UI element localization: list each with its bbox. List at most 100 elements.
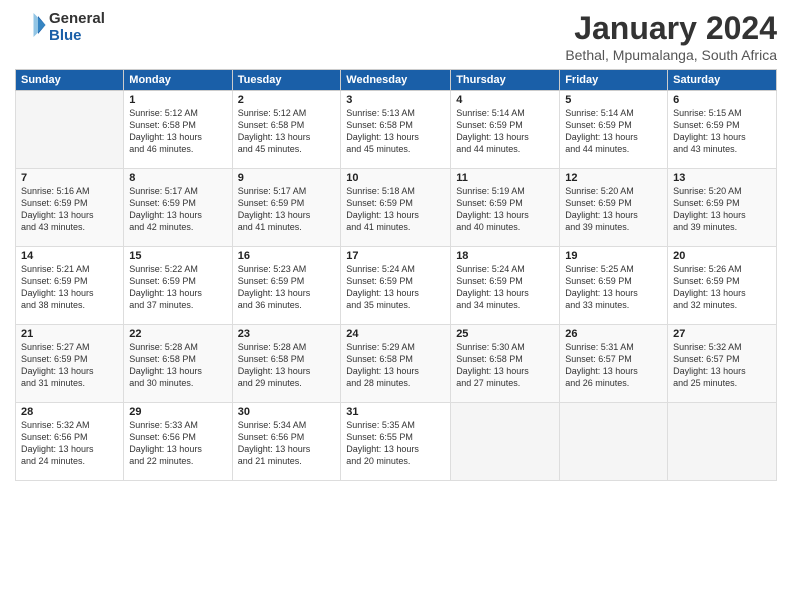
day-cell: 28Sunrise: 5:32 AM Sunset: 6:56 PM Dayli…	[16, 403, 124, 481]
day-info: Sunrise: 5:18 AM Sunset: 6:59 PM Dayligh…	[346, 185, 445, 234]
day-number: 11	[456, 172, 554, 184]
day-info: Sunrise: 5:13 AM Sunset: 6:58 PM Dayligh…	[346, 107, 445, 156]
week-row-3: 21Sunrise: 5:27 AM Sunset: 6:59 PM Dayli…	[16, 325, 777, 403]
day-number: 14	[21, 250, 118, 262]
day-number: 9	[238, 172, 336, 184]
header-tuesday: Tuesday	[232, 70, 341, 91]
day-cell: 7Sunrise: 5:16 AM Sunset: 6:59 PM Daylig…	[16, 169, 124, 247]
day-number: 30	[238, 406, 336, 418]
day-info: Sunrise: 5:26 AM Sunset: 6:59 PM Dayligh…	[673, 263, 771, 312]
day-number: 26	[565, 328, 662, 340]
day-number: 3	[346, 94, 445, 106]
header-friday: Friday	[560, 70, 668, 91]
day-info: Sunrise: 5:33 AM Sunset: 6:56 PM Dayligh…	[129, 419, 226, 468]
day-info: Sunrise: 5:31 AM Sunset: 6:57 PM Dayligh…	[565, 341, 662, 390]
day-cell: 27Sunrise: 5:32 AM Sunset: 6:57 PM Dayli…	[668, 325, 777, 403]
day-info: Sunrise: 5:32 AM Sunset: 6:57 PM Dayligh…	[673, 341, 771, 390]
week-row-2: 14Sunrise: 5:21 AM Sunset: 6:59 PM Dayli…	[16, 247, 777, 325]
day-cell: 22Sunrise: 5:28 AM Sunset: 6:58 PM Dayli…	[124, 325, 232, 403]
day-number: 12	[565, 172, 662, 184]
day-cell: 30Sunrise: 5:34 AM Sunset: 6:56 PM Dayli…	[232, 403, 341, 481]
page: General Blue January 2024 Bethal, Mpumal…	[0, 0, 792, 612]
header-sunday: Sunday	[16, 70, 124, 91]
day-info: Sunrise: 5:16 AM Sunset: 6:59 PM Dayligh…	[21, 185, 118, 234]
day-cell: 12Sunrise: 5:20 AM Sunset: 6:59 PM Dayli…	[560, 169, 668, 247]
day-cell: 29Sunrise: 5:33 AM Sunset: 6:56 PM Dayli…	[124, 403, 232, 481]
day-info: Sunrise: 5:30 AM Sunset: 6:58 PM Dayligh…	[456, 341, 554, 390]
day-number: 25	[456, 328, 554, 340]
day-number: 13	[673, 172, 771, 184]
day-cell: 26Sunrise: 5:31 AM Sunset: 6:57 PM Dayli…	[560, 325, 668, 403]
day-number: 19	[565, 250, 662, 262]
day-cell: 15Sunrise: 5:22 AM Sunset: 6:59 PM Dayli…	[124, 247, 232, 325]
logo-text-line2: Blue	[49, 28, 105, 45]
day-cell	[16, 91, 124, 169]
day-cell: 14Sunrise: 5:21 AM Sunset: 6:59 PM Dayli…	[16, 247, 124, 325]
day-info: Sunrise: 5:27 AM Sunset: 6:59 PM Dayligh…	[21, 341, 118, 390]
day-cell: 24Sunrise: 5:29 AM Sunset: 6:58 PM Dayli…	[341, 325, 451, 403]
day-info: Sunrise: 5:20 AM Sunset: 6:59 PM Dayligh…	[565, 185, 662, 234]
day-info: Sunrise: 5:20 AM Sunset: 6:59 PM Dayligh…	[673, 185, 771, 234]
day-info: Sunrise: 5:29 AM Sunset: 6:58 PM Dayligh…	[346, 341, 445, 390]
day-cell: 13Sunrise: 5:20 AM Sunset: 6:59 PM Dayli…	[668, 169, 777, 247]
calendar-title: January 2024	[565, 10, 777, 47]
day-cell	[668, 403, 777, 481]
calendar-table: SundayMondayTuesdayWednesdayThursdayFrid…	[15, 69, 777, 481]
day-info: Sunrise: 5:32 AM Sunset: 6:56 PM Dayligh…	[21, 419, 118, 468]
day-cell: 19Sunrise: 5:25 AM Sunset: 6:59 PM Dayli…	[560, 247, 668, 325]
day-number: 21	[21, 328, 118, 340]
day-number: 18	[456, 250, 554, 262]
day-number: 6	[673, 94, 771, 106]
day-cell: 8Sunrise: 5:17 AM Sunset: 6:59 PM Daylig…	[124, 169, 232, 247]
title-block: January 2024 Bethal, Mpumalanga, South A…	[565, 10, 777, 63]
day-cell: 9Sunrise: 5:17 AM Sunset: 6:59 PM Daylig…	[232, 169, 341, 247]
day-info: Sunrise: 5:17 AM Sunset: 6:59 PM Dayligh…	[129, 185, 226, 234]
day-number: 16	[238, 250, 336, 262]
day-number: 28	[21, 406, 118, 418]
day-info: Sunrise: 5:17 AM Sunset: 6:59 PM Dayligh…	[238, 185, 336, 234]
day-number: 15	[129, 250, 226, 262]
day-info: Sunrise: 5:21 AM Sunset: 6:59 PM Dayligh…	[21, 263, 118, 312]
day-number: 4	[456, 94, 554, 106]
day-cell: 17Sunrise: 5:24 AM Sunset: 6:59 PM Dayli…	[341, 247, 451, 325]
week-row-0: 1Sunrise: 5:12 AM Sunset: 6:58 PM Daylig…	[16, 91, 777, 169]
day-number: 23	[238, 328, 336, 340]
logo: General Blue	[15, 10, 105, 45]
calendar-subtitle: Bethal, Mpumalanga, South Africa	[565, 47, 777, 63]
day-info: Sunrise: 5:14 AM Sunset: 6:59 PM Dayligh…	[456, 107, 554, 156]
day-cell: 18Sunrise: 5:24 AM Sunset: 6:59 PM Dayli…	[451, 247, 560, 325]
day-number: 31	[346, 406, 445, 418]
header-wednesday: Wednesday	[341, 70, 451, 91]
day-info: Sunrise: 5:12 AM Sunset: 6:58 PM Dayligh…	[129, 107, 226, 156]
day-number: 10	[346, 172, 445, 184]
day-number: 1	[129, 94, 226, 106]
logo-icon	[17, 10, 47, 40]
day-cell: 1Sunrise: 5:12 AM Sunset: 6:58 PM Daylig…	[124, 91, 232, 169]
day-info: Sunrise: 5:34 AM Sunset: 6:56 PM Dayligh…	[238, 419, 336, 468]
day-number: 17	[346, 250, 445, 262]
day-number: 8	[129, 172, 226, 184]
day-cell: 2Sunrise: 5:12 AM Sunset: 6:58 PM Daylig…	[232, 91, 341, 169]
day-cell	[451, 403, 560, 481]
header-thursday: Thursday	[451, 70, 560, 91]
week-row-1: 7Sunrise: 5:16 AM Sunset: 6:59 PM Daylig…	[16, 169, 777, 247]
day-info: Sunrise: 5:23 AM Sunset: 6:59 PM Dayligh…	[238, 263, 336, 312]
day-number: 5	[565, 94, 662, 106]
day-info: Sunrise: 5:25 AM Sunset: 6:59 PM Dayligh…	[565, 263, 662, 312]
day-cell: 31Sunrise: 5:35 AM Sunset: 6:55 PM Dayli…	[341, 403, 451, 481]
day-number: 22	[129, 328, 226, 340]
day-info: Sunrise: 5:24 AM Sunset: 6:59 PM Dayligh…	[456, 263, 554, 312]
day-number: 2	[238, 94, 336, 106]
day-info: Sunrise: 5:19 AM Sunset: 6:59 PM Dayligh…	[456, 185, 554, 234]
day-cell	[560, 403, 668, 481]
day-cell: 4Sunrise: 5:14 AM Sunset: 6:59 PM Daylig…	[451, 91, 560, 169]
header-row: SundayMondayTuesdayWednesdayThursdayFrid…	[16, 70, 777, 91]
day-info: Sunrise: 5:24 AM Sunset: 6:59 PM Dayligh…	[346, 263, 445, 312]
day-number: 29	[129, 406, 226, 418]
logo-text-line1: General	[49, 11, 105, 28]
header-monday: Monday	[124, 70, 232, 91]
day-info: Sunrise: 5:22 AM Sunset: 6:59 PM Dayligh…	[129, 263, 226, 312]
day-info: Sunrise: 5:12 AM Sunset: 6:58 PM Dayligh…	[238, 107, 336, 156]
day-cell: 25Sunrise: 5:30 AM Sunset: 6:58 PM Dayli…	[451, 325, 560, 403]
header: General Blue January 2024 Bethal, Mpumal…	[15, 10, 777, 63]
